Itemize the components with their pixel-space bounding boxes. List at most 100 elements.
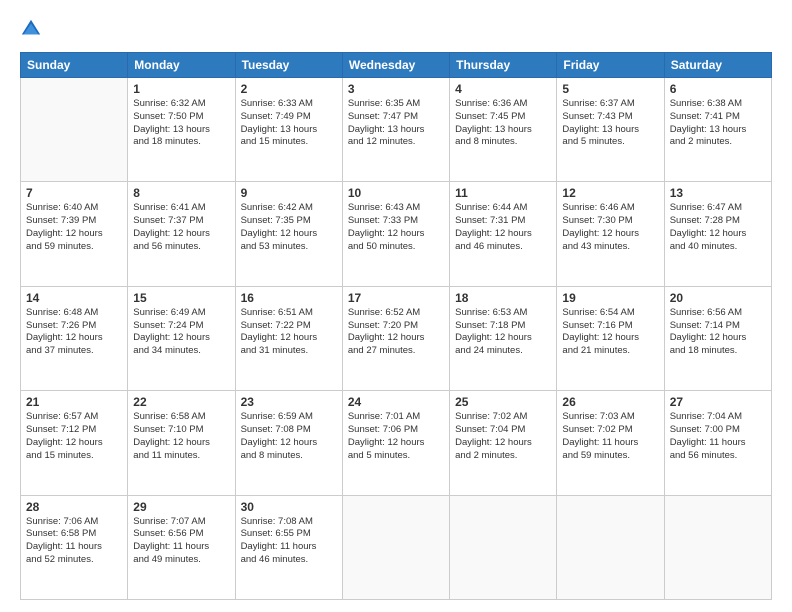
calendar-day-header: Wednesday [342,53,449,78]
day-number: 5 [562,82,658,96]
calendar-cell [21,78,128,182]
day-number: 14 [26,291,122,305]
day-detail: Sunrise: 7:02 AMSunset: 7:04 PMDaylight:… [455,411,551,462]
calendar-cell: 17 Sunrise: 6:52 AMSunset: 7:20 PMDayligh… [342,286,449,390]
calendar-cell: 25 Sunrise: 7:02 AMSunset: 7:04 PMDayligh… [450,391,557,495]
calendar-day-header: Monday [128,53,235,78]
day-number: 23 [241,395,337,409]
calendar-week-row: 28 Sunrise: 7:06 AMSunset: 6:58 PMDayligh… [21,495,772,599]
day-number: 2 [241,82,337,96]
calendar-header-row: SundayMondayTuesdayWednesdayThursdayFrid… [21,53,772,78]
day-number: 22 [133,395,229,409]
calendar-cell: 24Sunrise: 7:01 AMSunset: 7:06 PMDayligh… [342,391,449,495]
day-number: 13 [670,186,766,200]
day-number: 15 [133,291,229,305]
calendar-cell: 16Sunrise: 6:51 AMSunset: 7:22 PMDayligh… [235,286,342,390]
calendar-cell [450,495,557,599]
day-detail: Sunrise: 7:06 AMSunset: 6:58 PMDaylight:… [26,516,122,567]
day-detail: Sunrise: 6:32 AMSunset: 7:50 PMDaylight:… [133,98,229,149]
day-number: 9 [241,186,337,200]
day-number: 29 [133,500,229,514]
day-detail: Sunrise: 6:38 AMSunset: 7:41 PMDaylight:… [670,98,766,149]
calendar-cell: 13 Sunrise: 6:47 AMSunset: 7:28 PMDayligh… [664,182,771,286]
calendar-day-header: Friday [557,53,664,78]
calendar-cell: 20Sunrise: 6:56 AMSunset: 7:14 PMDayligh… [664,286,771,390]
day-detail: Sunrise: 6:53 AMSunset: 7:18 PMDaylight:… [455,307,551,358]
calendar-cell [664,495,771,599]
day-detail: Sunrise: 6:58 AMSunset: 7:10 PMDaylight:… [133,411,229,462]
calendar-cell: 3 Sunrise: 6:35 AMSunset: 7:47 PMDaylight… [342,78,449,182]
day-number: 28 [26,500,122,514]
day-detail: Sunrise: 6:41 AMSunset: 7:37 PMDaylight:… [133,202,229,253]
day-number: 12 [562,186,658,200]
day-detail: Sunrise: 6:49 AMSunset: 7:24 PMDaylight:… [133,307,229,358]
calendar-cell: 14 Sunrise: 6:48 AMSunset: 7:26 PMDayligh… [21,286,128,390]
day-detail: Sunrise: 6:52 AMSunset: 7:20 PMDaylight:… [348,307,444,358]
day-detail: Sunrise: 7:07 AMSunset: 6:56 PMDaylight:… [133,516,229,567]
day-number: 17 [348,291,444,305]
day-number: 6 [670,82,766,96]
calendar-cell: 4Sunrise: 6:36 AMSunset: 7:45 PMDaylight… [450,78,557,182]
calendar-cell: 9 Sunrise: 6:42 AMSunset: 7:35 PMDaylight… [235,182,342,286]
day-number: 21 [26,395,122,409]
calendar-cell: 1 Sunrise: 6:32 AMSunset: 7:50 PMDaylight… [128,78,235,182]
calendar-cell: 18 Sunrise: 6:53 AMSunset: 7:18 PMDayligh… [450,286,557,390]
day-detail: Sunrise: 7:08 AMSunset: 6:55 PMDaylight:… [241,516,337,567]
calendar-week-row: 21 Sunrise: 6:57 AMSunset: 7:12 PMDayligh… [21,391,772,495]
day-number: 8 [133,186,229,200]
day-number: 1 [133,82,229,96]
day-number: 7 [26,186,122,200]
day-number: 27 [670,395,766,409]
day-number: 4 [455,82,551,96]
calendar-cell: 11 Sunrise: 6:44 AMSunset: 7:31 PMDayligh… [450,182,557,286]
calendar-table: SundayMondayTuesdayWednesdayThursdayFrid… [20,52,772,600]
calendar-cell [342,495,449,599]
calendar-cell: 21 Sunrise: 6:57 AMSunset: 7:12 PMDayligh… [21,391,128,495]
calendar-cell: 27 Sunrise: 7:04 AMSunset: 7:00 PMDayligh… [664,391,771,495]
day-number: 19 [562,291,658,305]
day-detail: Sunrise: 6:46 AMSunset: 7:30 PMDaylight:… [562,202,658,253]
day-detail: Sunrise: 6:48 AMSunset: 7:26 PMDaylight:… [26,307,122,358]
day-detail: Sunrise: 6:33 AMSunset: 7:49 PMDaylight:… [241,98,337,149]
calendar-day-header: Thursday [450,53,557,78]
day-detail: Sunrise: 6:54 AMSunset: 7:16 PMDaylight:… [562,307,658,358]
logo [20,18,46,42]
day-number: 18 [455,291,551,305]
day-number: 11 [455,186,551,200]
calendar-cell: 2 Sunrise: 6:33 AMSunset: 7:49 PMDaylight… [235,78,342,182]
calendar-cell: 22 Sunrise: 6:58 AMSunset: 7:10 PMDayligh… [128,391,235,495]
calendar-cell: 29 Sunrise: 7:07 AMSunset: 6:56 PMDayligh… [128,495,235,599]
calendar-cell: 7 Sunrise: 6:40 AMSunset: 7:39 PMDaylight… [21,182,128,286]
day-detail: Sunrise: 6:57 AMSunset: 7:12 PMDaylight:… [26,411,122,462]
calendar-week-row: 14 Sunrise: 6:48 AMSunset: 7:26 PMDayligh… [21,286,772,390]
calendar-cell: 6 Sunrise: 6:38 AMSunset: 7:41 PMDaylight… [664,78,771,182]
day-detail: Sunrise: 6:59 AMSunset: 7:08 PMDaylight:… [241,411,337,462]
day-number: 30 [241,500,337,514]
day-detail: Sunrise: 6:43 AMSunset: 7:33 PMDaylight:… [348,202,444,253]
day-number: 3 [348,82,444,96]
day-number: 20 [670,291,766,305]
day-number: 16 [241,291,337,305]
day-detail: Sunrise: 7:03 AMSunset: 7:02 PMDaylight:… [562,411,658,462]
day-detail: Sunrise: 6:40 AMSunset: 7:39 PMDaylight:… [26,202,122,253]
day-detail: Sunrise: 7:04 AMSunset: 7:00 PMDaylight:… [670,411,766,462]
day-detail: Sunrise: 6:47 AMSunset: 7:28 PMDaylight:… [670,202,766,253]
calendar-week-row: 7 Sunrise: 6:40 AMSunset: 7:39 PMDaylight… [21,182,772,286]
calendar-cell: 19 Sunrise: 6:54 AMSunset: 7:16 PMDayligh… [557,286,664,390]
day-detail: Sunrise: 6:37 AMSunset: 7:43 PMDaylight:… [562,98,658,149]
day-detail: Sunrise: 6:42 AMSunset: 7:35 PMDaylight:… [241,202,337,253]
day-detail: Sunrise: 6:35 AMSunset: 7:47 PMDaylight:… [348,98,444,149]
day-number: 10 [348,186,444,200]
day-number: 25 [455,395,551,409]
calendar-cell: 8 Sunrise: 6:41 AMSunset: 7:37 PMDaylight… [128,182,235,286]
calendar-day-header: Tuesday [235,53,342,78]
page: SundayMondayTuesdayWednesdayThursdayFrid… [0,0,792,612]
calendar-cell: 30 Sunrise: 7:08 AMSunset: 6:55 PMDayligh… [235,495,342,599]
calendar-cell: 10 Sunrise: 6:43 AMSunset: 7:33 PMDayligh… [342,182,449,286]
calendar-cell: 15 Sunrise: 6:49 AMSunset: 7:24 PMDayligh… [128,286,235,390]
day-number: 26 [562,395,658,409]
calendar-cell: 26 Sunrise: 7:03 AMSunset: 7:02 PMDayligh… [557,391,664,495]
day-detail: Sunrise: 6:44 AMSunset: 7:31 PMDaylight:… [455,202,551,253]
calendar-cell: 23 Sunrise: 6:59 AMSunset: 7:08 PMDayligh… [235,391,342,495]
calendar-day-header: Sunday [21,53,128,78]
